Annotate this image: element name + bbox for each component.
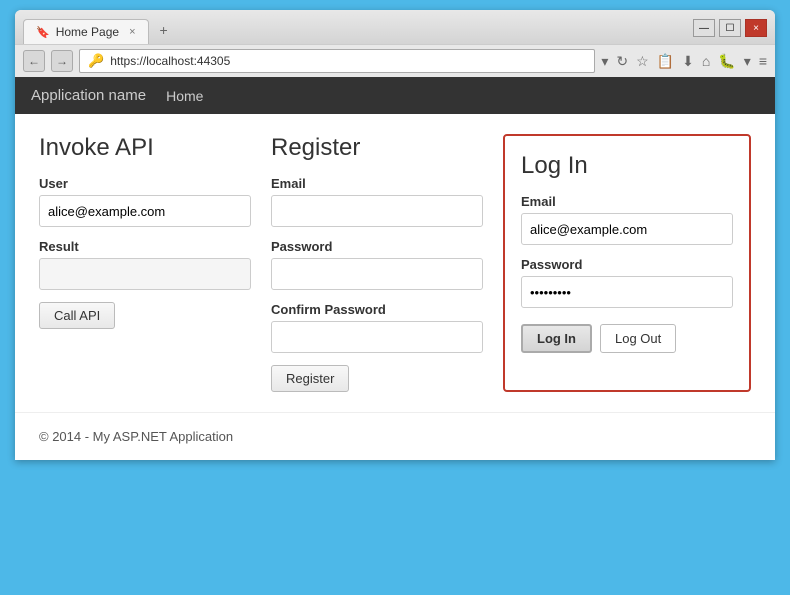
navbar: Application name Home [15, 77, 775, 114]
title-bar: 🔖 Home Page × + — ☐ × [15, 10, 775, 44]
forward-button[interactable]: → [51, 50, 73, 72]
maximize-button[interactable]: ☐ [719, 19, 741, 37]
footer-text: © 2014 - My ASP.NET Application [39, 429, 233, 444]
address-field[interactable]: 🔑 https://localhost:44305 [79, 49, 595, 73]
call-api-button[interactable]: Call API [39, 302, 115, 329]
register-button[interactable]: Register [271, 365, 349, 392]
clipboard-icon[interactable]: 📋 [657, 53, 674, 70]
minimize-button[interactable]: — [693, 19, 715, 37]
user-label: User [39, 176, 251, 191]
invoke-api-section: Invoke API User Result Call API [39, 134, 271, 392]
register-email-input[interactable] [271, 195, 483, 227]
tab-title: Home Page [56, 25, 119, 39]
app-name: Application name [31, 87, 146, 104]
menu-dropdown-icon[interactable]: ▾ [744, 53, 751, 70]
logout-button[interactable]: Log Out [600, 324, 676, 353]
dropdown-icon[interactable]: ▾ [601, 53, 608, 70]
star-icon[interactable]: ☆ [636, 53, 649, 70]
address-bar: ← → 🔑 https://localhost:44305 ▾ ↻ ☆ 📋 ⬇ … [15, 44, 775, 77]
register-title: Register [271, 134, 483, 162]
login-password-input[interactable] [521, 276, 733, 308]
register-section: Register Email Password Confirm Password… [271, 134, 503, 392]
main-content: Invoke API User Result Call API Register… [15, 114, 775, 412]
page-content: Application name Home Invoke API User Re… [15, 77, 775, 460]
login-email-label: Email [521, 194, 733, 209]
extensions-icon[interactable]: 🐛 [718, 53, 735, 70]
login-button[interactable]: Log In [521, 324, 592, 353]
login-title: Log In [521, 152, 733, 180]
menu-icon[interactable]: ≡ [759, 53, 767, 69]
back-button[interactable]: ← [23, 50, 45, 72]
result-label: Result [39, 239, 251, 254]
register-confirm-input[interactable] [271, 321, 483, 353]
login-section: Log In Email Password Log In Log Out [503, 134, 751, 392]
address-text: https://localhost:44305 [110, 54, 230, 68]
register-email-label: Email [271, 176, 483, 191]
tab-icon: 🔖 [36, 26, 50, 39]
refresh-icon[interactable]: ↻ [616, 53, 628, 70]
home-icon[interactable]: ⌂ [702, 53, 710, 69]
login-buttons: Log In Log Out [521, 324, 733, 353]
result-input [39, 258, 251, 290]
lock-icon: 🔑 [88, 53, 104, 69]
register-confirm-label: Confirm Password [271, 302, 483, 317]
register-password-input[interactable] [271, 258, 483, 290]
window-close-button[interactable]: × [745, 19, 767, 37]
active-tab[interactable]: 🔖 Home Page × [23, 19, 149, 44]
footer: © 2014 - My ASP.NET Application [15, 412, 775, 460]
new-tab-button[interactable]: + [149, 16, 179, 44]
user-input[interactable] [39, 195, 251, 227]
nav-home-link[interactable]: Home [166, 88, 203, 104]
tab-close-button[interactable]: × [129, 26, 135, 38]
login-password-label: Password [521, 257, 733, 272]
download-icon[interactable]: ⬇ [682, 53, 694, 70]
register-password-label: Password [271, 239, 483, 254]
login-email-input[interactable] [521, 213, 733, 245]
invoke-api-title: Invoke API [39, 134, 251, 162]
